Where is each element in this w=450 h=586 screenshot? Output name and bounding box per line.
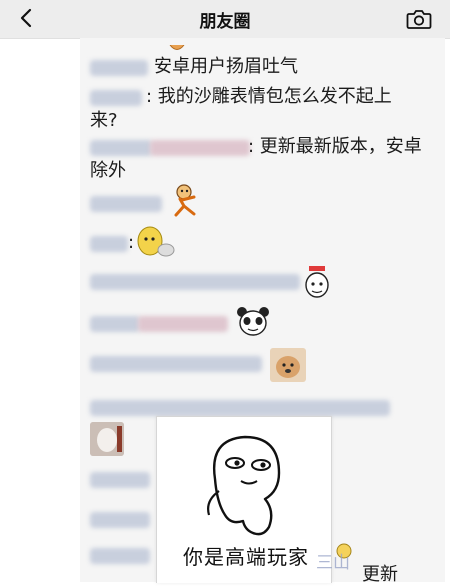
nav-bar: 朋友圈: [0, 0, 450, 39]
blurred-username: [90, 316, 140, 332]
blurred-username: [90, 400, 390, 416]
blurred-username: [90, 140, 152, 156]
blurred-username: [90, 60, 148, 76]
doodle-character-illustration: [207, 435, 281, 536]
comment-text: 来?: [90, 110, 118, 131]
cartoon-face-sticker[interactable]: [304, 266, 330, 300]
blurred-username: [90, 512, 150, 528]
comment-text: 安卓用户扬眉吐气: [154, 56, 298, 77]
comment-text: 更新: [362, 564, 398, 585]
comment-text: : 我的沙雕表情包怎么发不起上: [146, 86, 392, 107]
blurred-username: [90, 548, 150, 564]
running-figure-sticker[interactable]: [166, 183, 206, 219]
blurred-username: [90, 236, 128, 252]
blurred-username: [90, 196, 162, 212]
blurred-reply: [150, 140, 250, 156]
photo-thumbnail[interactable]: [90, 422, 124, 456]
comment-text: : 更新最新版本，安卓: [248, 136, 422, 157]
blurred-reply: [138, 316, 228, 332]
sticker-caption: 你是高端玩家: [183, 545, 309, 569]
dog-photo-thumbnail[interactable]: [270, 348, 306, 382]
sticker-preview-popup[interactable]: 你是高端玩家: [156, 416, 332, 583]
watermark-text: 三山: [316, 553, 350, 573]
blurred-username: [90, 90, 142, 106]
camera-icon[interactable]: [406, 8, 432, 30]
yellow-creature-sticker[interactable]: [136, 224, 176, 258]
colon-text: :: [128, 232, 135, 253]
blurred-username: [90, 472, 150, 488]
panda-sticker[interactable]: [236, 306, 270, 338]
blurred-username: [90, 274, 300, 290]
comment-text: 除外: [90, 160, 126, 181]
blurred-username: [90, 356, 262, 372]
page-title: 朋友圈: [199, 12, 251, 32]
sticker-partial[interactable]: [168, 38, 186, 50]
